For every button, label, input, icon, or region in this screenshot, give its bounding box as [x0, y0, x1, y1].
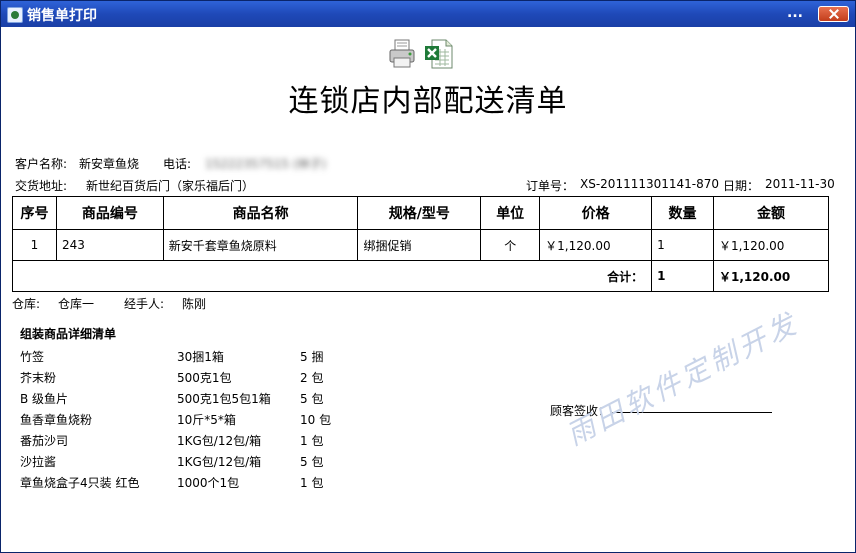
order-number: XS-201111301141-870	[580, 177, 720, 191]
item-spec: 500克1包5包1箱	[177, 392, 271, 406]
address-label: 交货地址:	[15, 179, 68, 193]
item-name: 芥末粉	[20, 371, 57, 385]
header-unit: 单位	[480, 196, 541, 230]
close-button[interactable]	[818, 6, 849, 22]
item-qty: 5 包	[300, 392, 324, 406]
item-spec: 1000个1包	[177, 476, 240, 490]
printer-icon[interactable]	[388, 38, 416, 70]
warehouse-value: 仓库一	[58, 297, 95, 311]
items-table: 序号 商品编号 商品名称 规格/型号 单位 价格 数量 金额 1 243 新安千…	[11, 196, 830, 292]
table-header-row: 序号 商品编号 商品名称 规格/型号 单位 价格 数量 金额	[12, 196, 830, 230]
date-label: 日期：	[723, 179, 760, 193]
order-label: 订单号：	[526, 179, 575, 193]
app-icon	[7, 7, 23, 23]
phone-value: 15222357515 (林子)	[205, 157, 327, 171]
item-name: 鱼香章鱼烧粉	[20, 413, 93, 427]
address-value: 新世纪百货后门（家乐福后门）	[86, 179, 255, 193]
phone-label: 电话:	[163, 157, 192, 171]
item-name: 沙拉酱	[20, 455, 57, 469]
header-seq: 序号	[12, 196, 57, 230]
total-amount: ￥1,120.00	[712, 260, 830, 292]
item-spec: 1KG包/12包/箱	[177, 455, 262, 469]
cell-amount: ￥1,120.00	[712, 229, 830, 261]
assembly-title: 组装商品详细清单	[20, 327, 117, 341]
item-spec: 10斤*5*箱	[177, 413, 236, 427]
total-label: 合计：	[11, 260, 653, 292]
cell-qty: 1	[651, 229, 714, 261]
cell-unit: 个	[480, 229, 541, 261]
document-area: 连锁店内部配送清单 客户名称: 新安章鱼烧 电话: 15222357515 (林…	[4, 28, 852, 548]
item-spec: 1KG包/12包/箱	[177, 434, 262, 448]
title-bar[interactable]: 销售单打印 ...	[1, 1, 855, 27]
item-qty: 2 包	[300, 371, 324, 385]
handler-value: 陈刚	[182, 297, 207, 311]
item-name: 番茄沙司	[20, 434, 69, 448]
date-value: 2011-11-30	[765, 177, 835, 191]
document-title: 连锁店内部配送清单	[288, 84, 568, 119]
item-spec: 500克1包	[177, 371, 232, 385]
excel-icon[interactable]	[424, 38, 454, 70]
cell-price: ￥1,120.00	[539, 229, 653, 261]
item-spec: 30捆1箱	[177, 350, 224, 364]
header-code: 商品编号	[55, 196, 164, 230]
customer-value: 新安章鱼烧	[79, 157, 140, 171]
customer-label: 客户名称:	[15, 157, 68, 171]
watermark-text: 雨田软件定制开发	[561, 306, 805, 452]
item-name: 章鱼烧盒子4只装 红色	[20, 476, 140, 490]
item-qty: 5 包	[300, 455, 324, 469]
header-spec: 规格/型号	[357, 196, 482, 230]
header-amount: 金额	[712, 196, 830, 230]
handler-label: 经手人:	[124, 297, 165, 311]
cell-name: 新安千套章鱼烧原料	[162, 229, 359, 261]
window-title: 销售单打印	[27, 8, 97, 24]
header-name: 商品名称	[162, 196, 359, 230]
item-qty: 1 包	[300, 476, 324, 490]
cell-spec: 绑捆促销	[357, 229, 482, 261]
total-row: 合计： 1 ￥1,120.00	[11, 260, 830, 292]
menu-dots-button[interactable]: ...	[787, 5, 803, 21]
table-row: 1 243 新安千套章鱼烧原料 绑捆促销 个 ￥1,120.00 1 ￥1,12…	[12, 229, 830, 261]
item-name: B 级鱼片	[20, 392, 69, 406]
warehouse-label: 仓库:	[12, 297, 41, 311]
header-qty: 数量	[651, 196, 714, 230]
total-qty: 1	[651, 260, 714, 292]
item-qty: 1 包	[300, 434, 324, 448]
print-window: 销售单打印 ... 连锁店内部配送清单 客户名称: 新安章鱼烧 电话: 1522…	[0, 0, 856, 553]
item-qty: 5 捆	[300, 350, 324, 364]
item-name: 竹签	[20, 350, 45, 364]
header-price: 价格	[539, 196, 653, 230]
cell-seq: 1	[12, 229, 57, 261]
item-qty: 10 包	[300, 413, 332, 427]
cell-code: 243	[55, 229, 164, 261]
